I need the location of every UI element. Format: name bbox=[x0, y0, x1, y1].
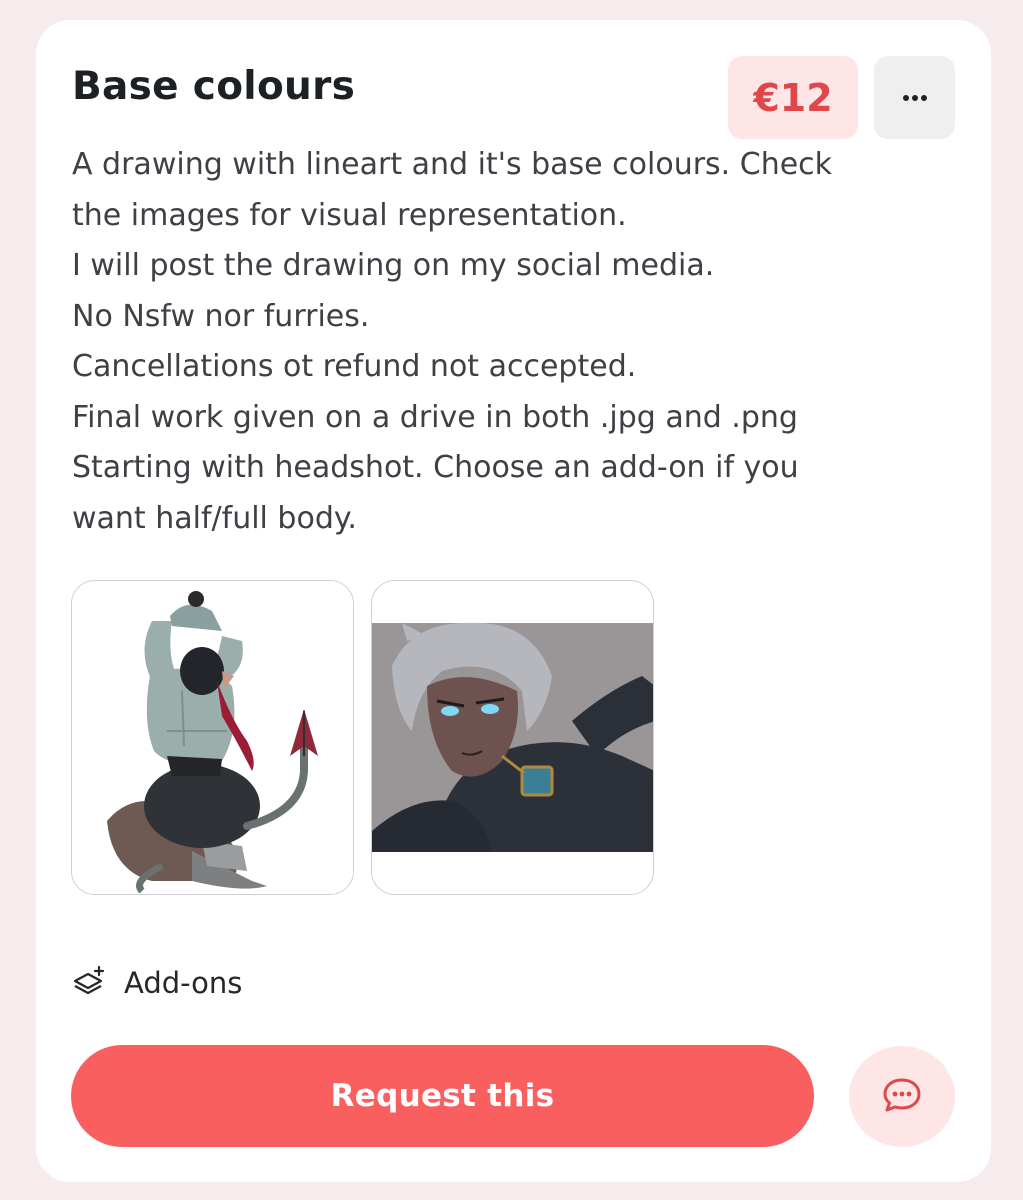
description-line: No Nsfw nor furries. bbox=[72, 298, 370, 334]
sample-artwork-2-image bbox=[372, 581, 653, 894]
message-button[interactable] bbox=[849, 1046, 955, 1147]
offer-card: Base colours €12 A drawing with lineart … bbox=[36, 20, 991, 1182]
description-line: the images for visual representation. bbox=[72, 197, 627, 233]
description-line: I will post the drawing on my social med… bbox=[72, 248, 715, 283]
sample-artwork-1-image bbox=[72, 581, 353, 894]
more-options-button[interactable] bbox=[874, 56, 955, 139]
request-button[interactable]: Request this bbox=[71, 1045, 814, 1147]
ellipsis-icon bbox=[902, 90, 928, 105]
gallery-thumbnail-2[interactable] bbox=[371, 580, 654, 895]
addons-toggle[interactable]: Add-ons bbox=[72, 965, 243, 1000]
description-line: Starting with headshot. Choose an add-on… bbox=[72, 450, 799, 485]
description-line: want half/full body. bbox=[72, 500, 357, 536]
offer-title: Base colours bbox=[72, 64, 356, 109]
description-line: Cancellations ot refund not accepted. bbox=[72, 349, 637, 384]
chat-bubble-icon bbox=[882, 1077, 922, 1116]
description-line: Final work given on a drive in both .jpg… bbox=[72, 399, 798, 435]
layers-plus-icon bbox=[72, 965, 106, 1000]
offer-description: A drawing with lineart and it's base col… bbox=[72, 140, 932, 544]
description-line: A drawing with lineart and it's base col… bbox=[72, 147, 833, 182]
addons-label: Add-ons bbox=[124, 966, 243, 1000]
price-badge: €12 bbox=[728, 56, 858, 139]
gallery-thumbnail-1[interactable] bbox=[71, 580, 354, 895]
